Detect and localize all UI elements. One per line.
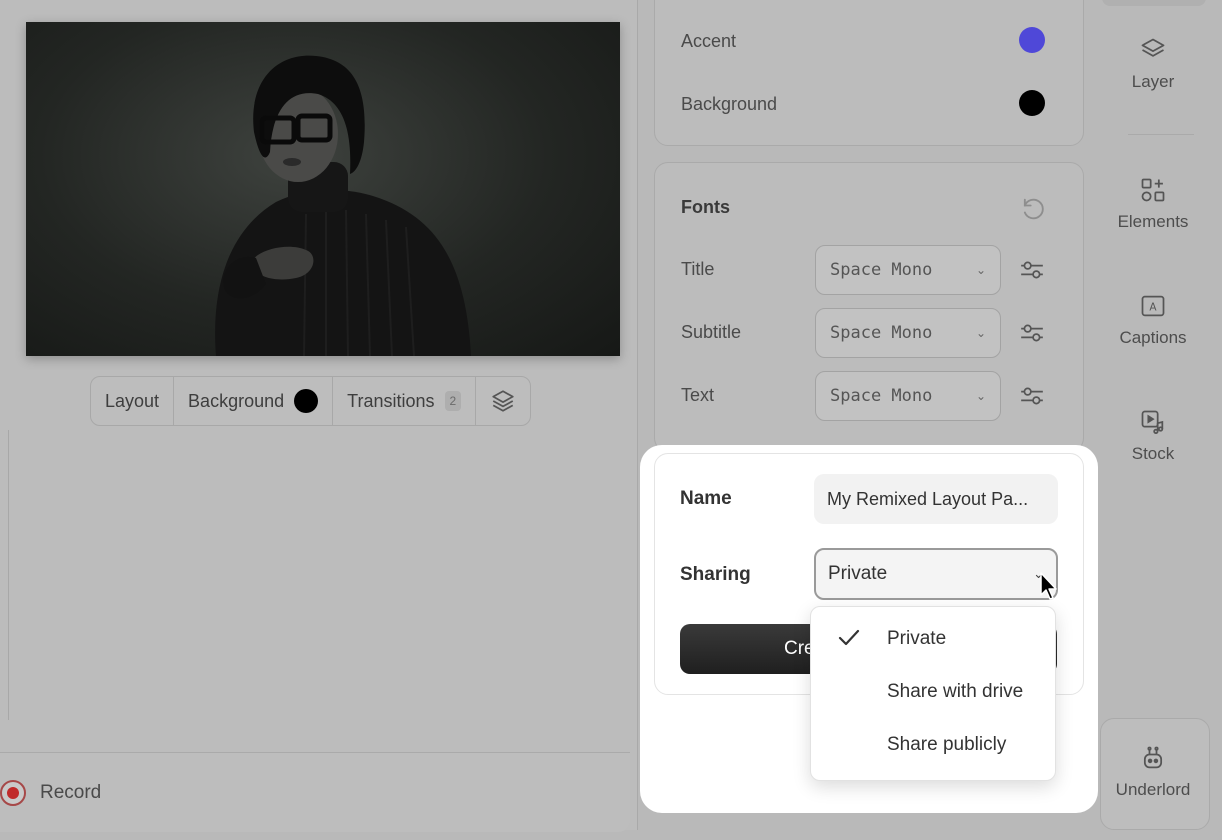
fonts-title: Fonts [681,197,730,217]
robot-icon [1143,746,1163,769]
colors-card: Accent Background [654,0,1084,146]
nav-elements-label: Elements [1117,212,1189,231]
text-font-value: Space Mono [830,386,933,406]
video-preview[interactable] [26,22,620,356]
sharing-option-label: Share publicly [887,734,1007,755]
layers-icon [492,390,514,412]
chevron-down-icon: ⌄ [975,389,986,403]
transitions-label: Transitions [347,390,435,411]
sharing-dropdown-menu: Private Share with drive Share publicly [810,606,1056,781]
side-nav: Layer Elements A Captions Stock Underlor… [1098,0,1222,840]
subtitle-font-settings-icon[interactable] [1019,320,1045,346]
sharing-option-public[interactable]: Share publicly [811,720,1055,770]
accent-label: Accent [681,31,737,51]
nav-underlord-label: Underlord [1115,780,1191,799]
panel-divider [8,430,9,720]
font-row-subtitle-label: Subtitle [681,322,742,342]
nav-layer[interactable]: Layer [1098,36,1208,92]
layout-button[interactable]: Layout [91,377,175,425]
layers-button[interactable] [476,377,530,425]
background-color-swatch [294,389,319,413]
preview-toolbar: Layout Background Transitions 2 [90,376,532,426]
name-label: Name [680,488,732,509]
font-row-title-label: Title [681,259,715,279]
nav-layer-label: Layer [1131,72,1175,91]
subtitle-font-select[interactable]: Space Mono ⌄ [815,308,1001,358]
check-icon [838,629,860,646]
video-frame-image [215,55,471,356]
sharing-option-label: Share with drive [887,681,1024,702]
reset-icon[interactable] [1019,195,1047,223]
side-nav-top-tab[interactable] [1102,0,1206,6]
record-icon [0,780,26,806]
background-color-label: Background [681,94,778,114]
sharing-option-private[interactable]: Private [811,614,1055,664]
nav-elements[interactable]: Elements [1098,176,1208,232]
sharing-option-drive[interactable]: Share with drive [811,667,1055,717]
layer-icon [1141,38,1165,57]
text-font-select[interactable]: Space Mono ⌄ [815,371,1001,421]
background-label: Background [188,390,285,411]
sharing-label: Sharing [680,564,751,585]
fonts-card: Fonts Title Space Mono ⌄ Subtitle Space … [654,162,1084,452]
layout-label: Layout [105,390,160,411]
elements-icon [1141,178,1165,202]
nav-divider [1128,134,1194,135]
nav-underlord[interactable]: Underlord [1098,744,1208,800]
background-color-picker[interactable] [1019,90,1045,116]
name-input[interactable]: My Remixed Layout Pa... [814,474,1058,524]
sharing-select-value: Private [828,563,888,584]
name-input-value: My Remixed Layout Pa... [827,488,1029,509]
sharing-select[interactable]: Private ⌄ [814,548,1058,600]
stock-media-icon [1141,410,1164,434]
accent-color-swatch[interactable] [1019,27,1045,53]
mouse-cursor-icon [1040,572,1057,600]
title-font-settings-icon[interactable] [1019,257,1045,283]
chevron-down-icon: ⌄ [975,326,986,340]
title-font-value: Space Mono [830,260,933,280]
record-button[interactable]: Record [0,780,101,806]
record-label: Record [40,782,102,803]
captions-icon: A [1141,295,1165,317]
chevron-down-icon: ⌄ [975,263,986,277]
nav-captions-label: Captions [1119,328,1187,347]
transitions-button[interactable]: Transitions 2 [333,377,477,425]
text-font-settings-icon[interactable] [1019,383,1045,409]
subtitle-font-value: Space Mono [830,323,933,343]
sharing-option-label: Private [887,628,947,649]
svg-text:A: A [1149,302,1157,314]
nav-stock-label: Stock [1131,444,1175,463]
font-row-text-label: Text [681,385,715,405]
transitions-count-badge: 2 [444,391,462,411]
background-button[interactable]: Background [174,377,334,425]
nav-stock[interactable]: Stock [1098,408,1208,464]
nav-captions[interactable]: A Captions [1098,292,1208,348]
title-font-select[interactable]: Space Mono ⌄ [815,245,1001,295]
